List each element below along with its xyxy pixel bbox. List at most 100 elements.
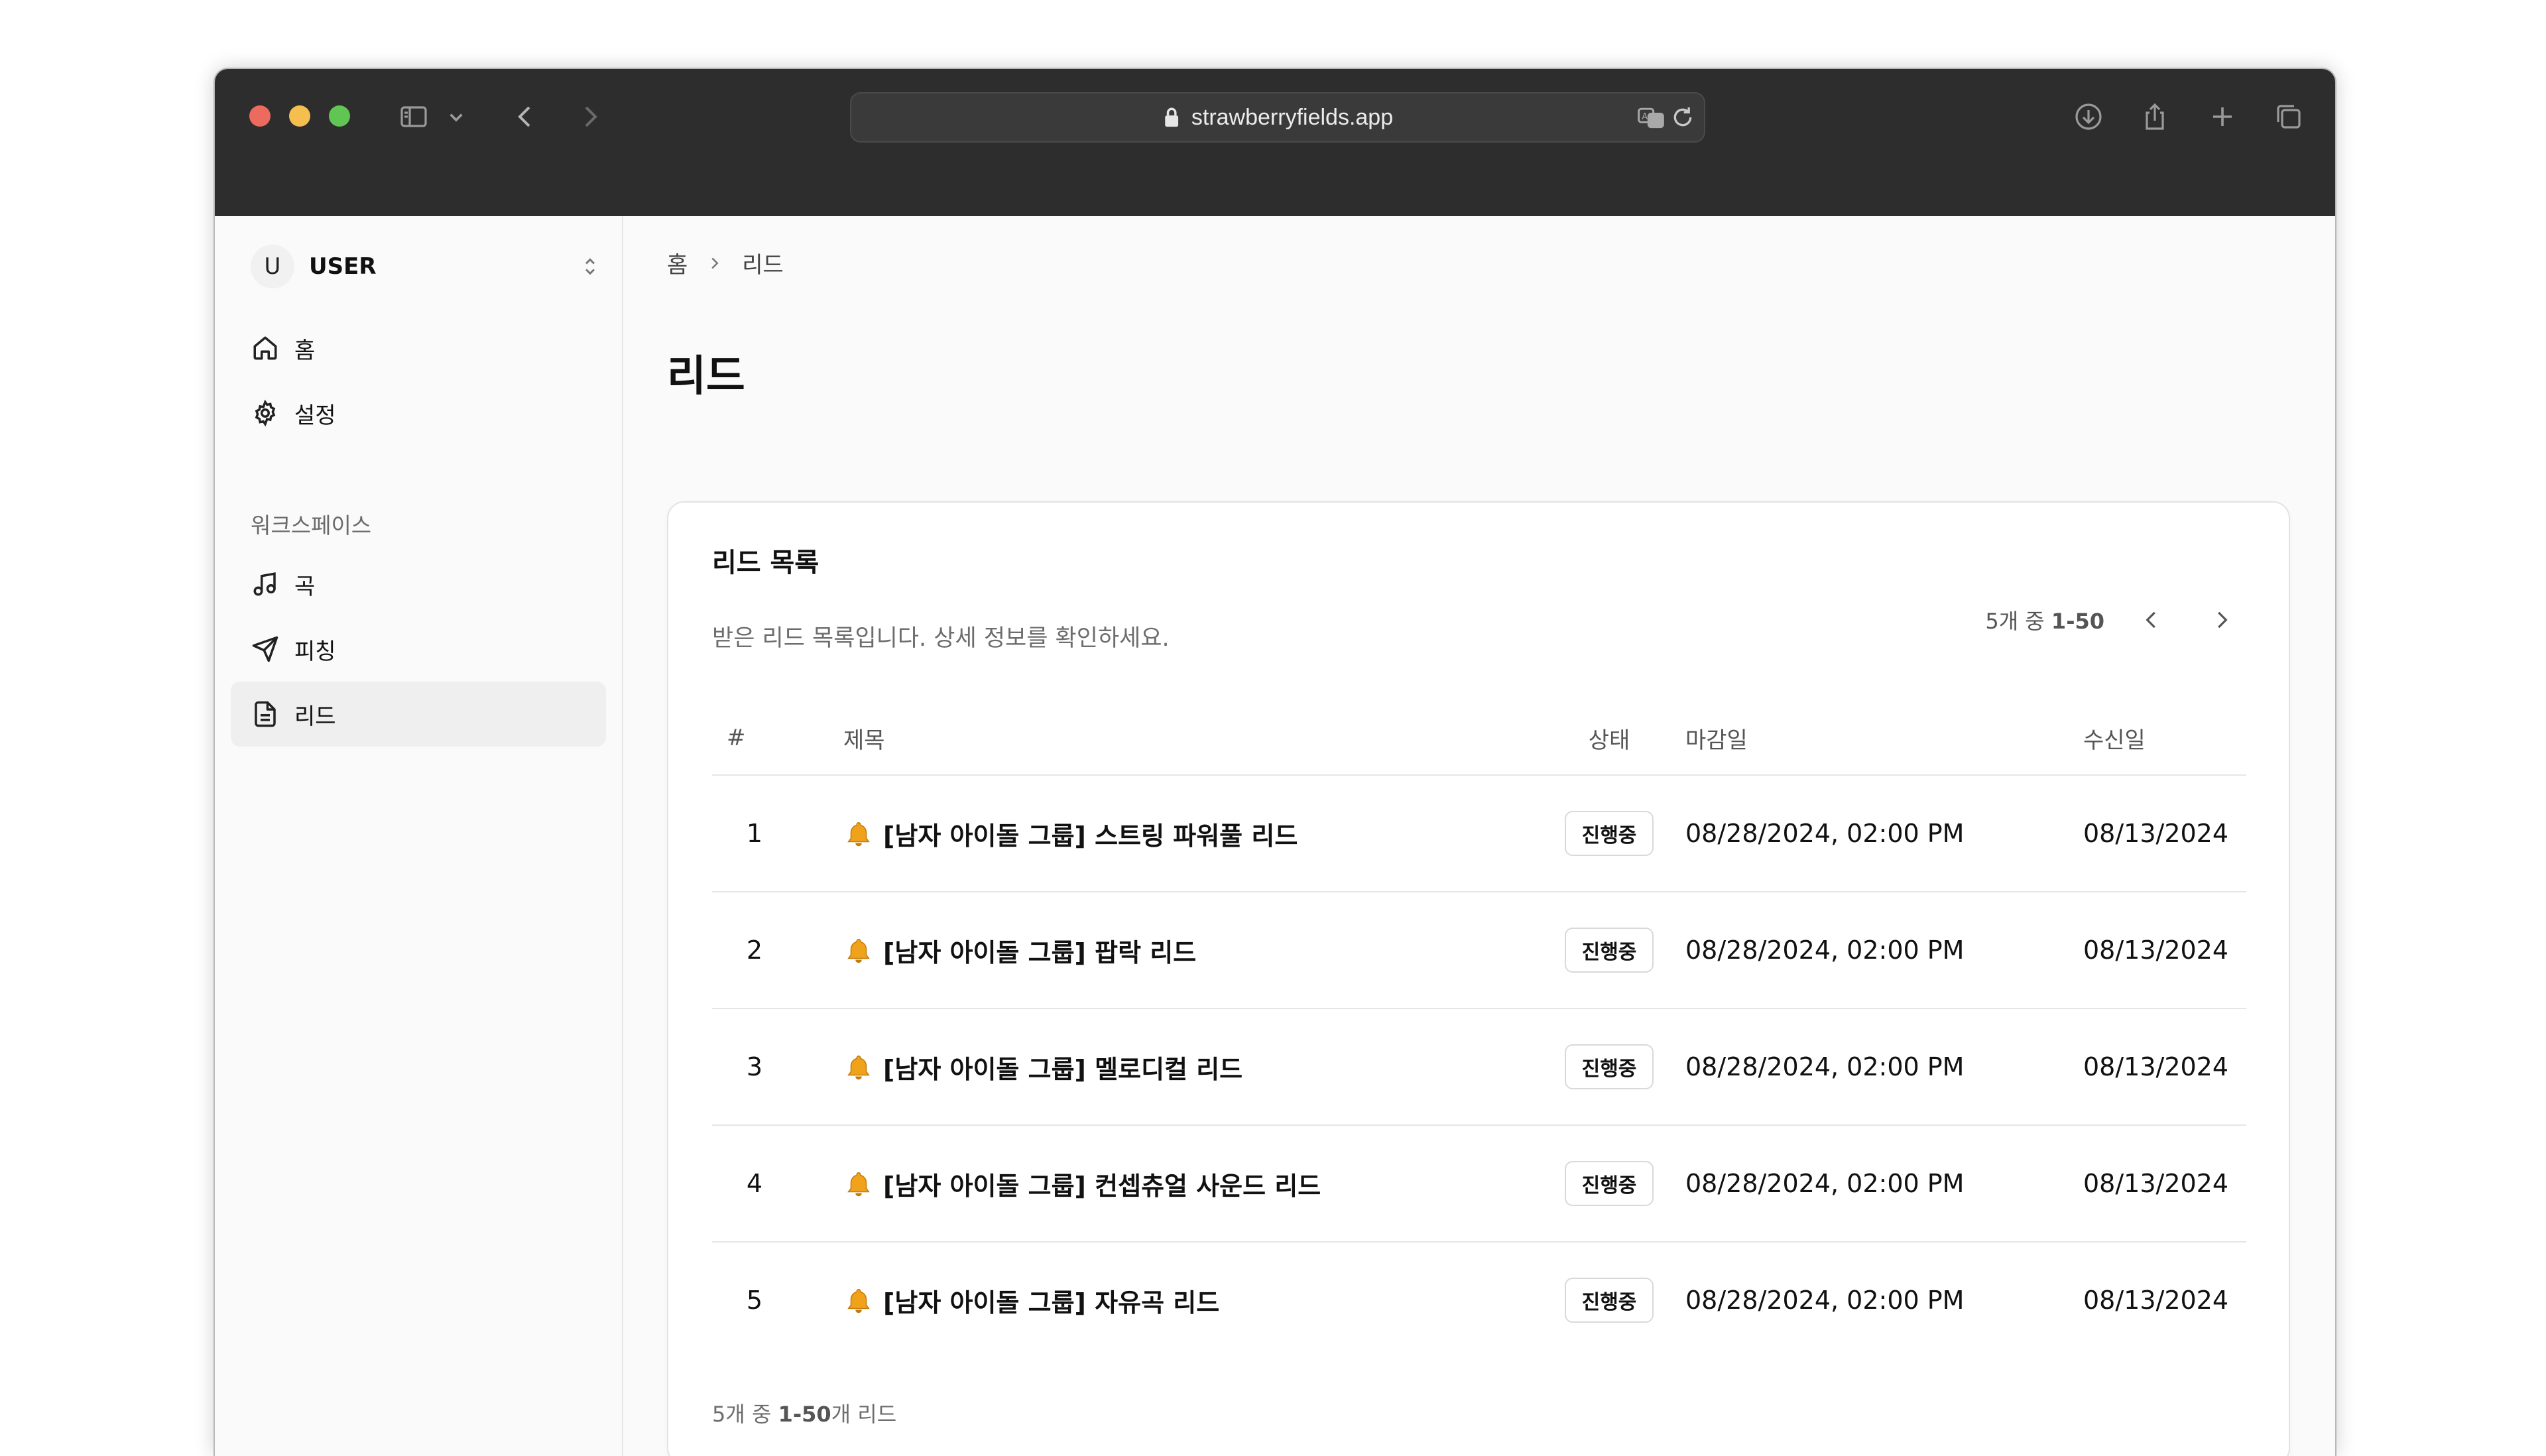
table-row[interactable]: 1 [남자 아이돌 그룹] 스트링 파워풀 리드 진행중 08/28/2024, 02… — [712, 775, 2246, 892]
svg-text:A: A — [1642, 112, 1648, 122]
leads-card: 리드 목록 받은 리드 목록입니다. 상세 정보를 확인하세요. 5개 중 1-… — [667, 501, 2290, 1456]
back-icon[interactable] — [504, 95, 546, 138]
status-badge: 진행중 — [1564, 1161, 1654, 1206]
lead-title[interactable]: [남자 아이돌 그룹] 멜로디컬 리드 — [843, 1008, 1533, 1126]
document-icon — [251, 699, 280, 729]
sidebar-item-home[interactable]: 홈 — [231, 316, 606, 381]
sidebar-item-label: 리드 — [294, 703, 336, 730]
card-title: 리드 목록 — [712, 548, 819, 578]
share-icon[interactable] — [2134, 95, 2176, 138]
column-header-number: # — [712, 701, 843, 776]
tab-overview-icon[interactable] — [2268, 95, 2310, 138]
music-note-icon — [251, 570, 280, 599]
deadline-cell: 08/28/2024, 02:00 PM — [1685, 892, 2083, 1009]
workspace-section-label: 워크스페이스 — [251, 513, 372, 538]
lead-title-text: [남자 아이돌 그룹] 팝락 리드 — [883, 938, 1197, 967]
received-cell: 08/13/2024 — [2083, 892, 2246, 1009]
user-name: USER — [309, 253, 377, 280]
status-badge: 진행중 — [1564, 1278, 1654, 1323]
close-window-button[interactable] — [249, 105, 271, 127]
next-page-button[interactable] — [2199, 597, 2245, 643]
sidebar-item-label: 곡 — [294, 573, 316, 600]
lead-title-text: [남자 아이돌 그룹] 멜로디컬 리드 — [883, 1054, 1243, 1084]
page-title: 리드 — [667, 352, 745, 401]
row-number: 3 — [712, 1008, 843, 1126]
column-header-deadline: 마감일 — [1685, 701, 2083, 776]
send-icon — [251, 635, 280, 664]
lead-title[interactable]: [남자 아이돌 그룹] 팝락 리드 — [843, 892, 1533, 1009]
status-cell: 진행중 — [1533, 775, 1685, 892]
card-description: 받은 리드 목록입니다. 상세 정보를 확인하세요. — [712, 625, 1170, 652]
status-cell: 진행중 — [1533, 1008, 1685, 1126]
status-cell: 진행중 — [1533, 1242, 1685, 1358]
lead-title[interactable]: [남자 아이돌 그룹] 컨셉츄얼 사운드 리드 — [843, 1125, 1533, 1243]
breadcrumb-home[interactable]: 홈 — [667, 247, 688, 279]
chevron-up-down-icon — [578, 255, 602, 278]
received-cell: 08/13/2024 — [2083, 1125, 2246, 1243]
sidebar-item-settings[interactable]: 설정 — [231, 381, 606, 446]
sidebar-item-pitching[interactable]: 피칭 — [231, 617, 606, 682]
home-icon — [251, 334, 280, 363]
reload-icon[interactable] — [1669, 104, 1696, 131]
user-switcher[interactable]: U USER — [251, 243, 602, 290]
row-number: 1 — [712, 775, 843, 892]
gear-icon — [251, 398, 280, 428]
breadcrumb-current: 리드 — [742, 252, 784, 278]
breadcrumb: 홈 리드 — [667, 247, 784, 279]
downloads-icon[interactable] — [2067, 95, 2110, 138]
zoom-window-button[interactable] — [329, 105, 350, 127]
lead-title-text: [남자 아이돌 그룹] 스트링 파워풀 리드 — [883, 821, 1298, 851]
new-tab-icon[interactable] — [2201, 95, 2244, 138]
table-footer-count: 5개 중 1-50개 리드 — [712, 1402, 897, 1427]
avatar: U — [251, 245, 294, 288]
deadline-cell: 08/28/2024, 02:00 PM — [1685, 1286, 1965, 1315]
deadline-cell: 08/28/2024, 02:00 PM — [1685, 1125, 2083, 1243]
status-cell: 진행중 — [1533, 892, 1685, 1009]
status-cell: 진행중 — [1533, 1125, 1685, 1243]
sidebar-item-label: 설정 — [294, 402, 336, 429]
table-row[interactable]: 2 [남자 아이돌 그룹] 팝락 리드 진행중 08/28/2024, 02:00 P… — [712, 892, 2246, 1009]
row-number: 5 — [746, 1286, 763, 1315]
table-row[interactable]: 5 [남자 아이돌 그룹] 자유곡 리드 진행중 08/28/2024, 02:00 … — [712, 1242, 2246, 1358]
table-row[interactable]: 4 [남자 아이돌 그룹] 컨셉츄얼 사운드 리드 진행중 08/28/2024, 0… — [712, 1125, 2246, 1243]
minimize-window-button[interactable] — [289, 105, 310, 127]
received-cell: 08/13/2024 — [2083, 1286, 2229, 1315]
prev-page-button[interactable] — [2128, 597, 2175, 643]
bell-icon — [843, 1286, 874, 1317]
sidebar-toggle-icon[interactable] — [393, 95, 435, 138]
pagination: 5개 중 1-50 — [1985, 597, 2245, 643]
translate-icon[interactable]: A — [1636, 103, 1666, 132]
bell-icon — [843, 819, 874, 850]
lead-title-text: [남자 아이돌 그룹] 자유곡 리드 — [883, 1288, 1220, 1317]
deadline-cell: 08/28/2024, 02:00 PM — [1685, 1008, 2083, 1126]
received-cell: 08/13/2024 — [2083, 775, 2246, 892]
chevron-right-icon — [705, 253, 725, 273]
table-row[interactable]: 3 [남자 아이돌 그룹] 멜로디컬 리드 진행중 08/28/2024, 02:00… — [712, 1008, 2246, 1126]
lock-icon — [1162, 106, 1182, 129]
lead-title[interactable]: [남자 아이돌 그룹] 자유곡 리드 — [843, 1242, 1533, 1358]
sidebar-item-leads[interactable]: 리드 — [231, 682, 606, 747]
row-number: 4 — [712, 1125, 843, 1243]
row-number: 2 — [712, 892, 843, 1009]
bell-icon — [843, 936, 874, 967]
column-header-title: 제목 — [843, 701, 1533, 776]
browser-toolbar: strawberryfields.app A — [215, 69, 2335, 216]
table-header-row: # 제목 상태 마감일 수신일 — [712, 701, 2246, 776]
leads-table: # 제목 상태 마감일 수신일 1 [남자 아이돌 그룹] 스트링 파워풀 리드 진… — [712, 701, 2246, 1358]
sidebar-item-songs[interactable]: 곡 — [231, 552, 606, 617]
sidebar-item-label: 피칭 — [294, 638, 336, 665]
sidebar-item-label: 홈 — [294, 337, 316, 364]
column-header-received: 수신일 — [2083, 701, 2246, 776]
lead-title-text: [남자 아이돌 그룹] 컨셉츄얼 사운드 리드 — [883, 1171, 1321, 1201]
chevron-down-icon[interactable] — [443, 95, 469, 138]
main-content: 홈 리드 리드 리드 목록 받은 리드 목록입니다. 상세 정보를 확인하세요.… — [623, 216, 2335, 1456]
status-badge: 진행중 — [1564, 811, 1654, 856]
sidebar: U USER 홈 설정 워크스페이스 곡 피칭 리드 — [215, 216, 623, 1456]
lead-title[interactable]: [남자 아이돌 그룹] 스트링 파워풀 리드 — [843, 775, 1533, 892]
received-cell: 08/13/2024 — [2083, 1008, 2246, 1126]
browser-window: strawberryfields.app A U USER 홈 설정 워크스페이… — [213, 68, 2336, 1456]
deadline-cell: 08/28/2024, 02:00 PM — [1685, 775, 2083, 892]
bell-icon — [843, 1170, 874, 1200]
forward-icon[interactable] — [569, 95, 611, 138]
address-bar[interactable]: strawberryfields.app A — [850, 92, 1705, 143]
